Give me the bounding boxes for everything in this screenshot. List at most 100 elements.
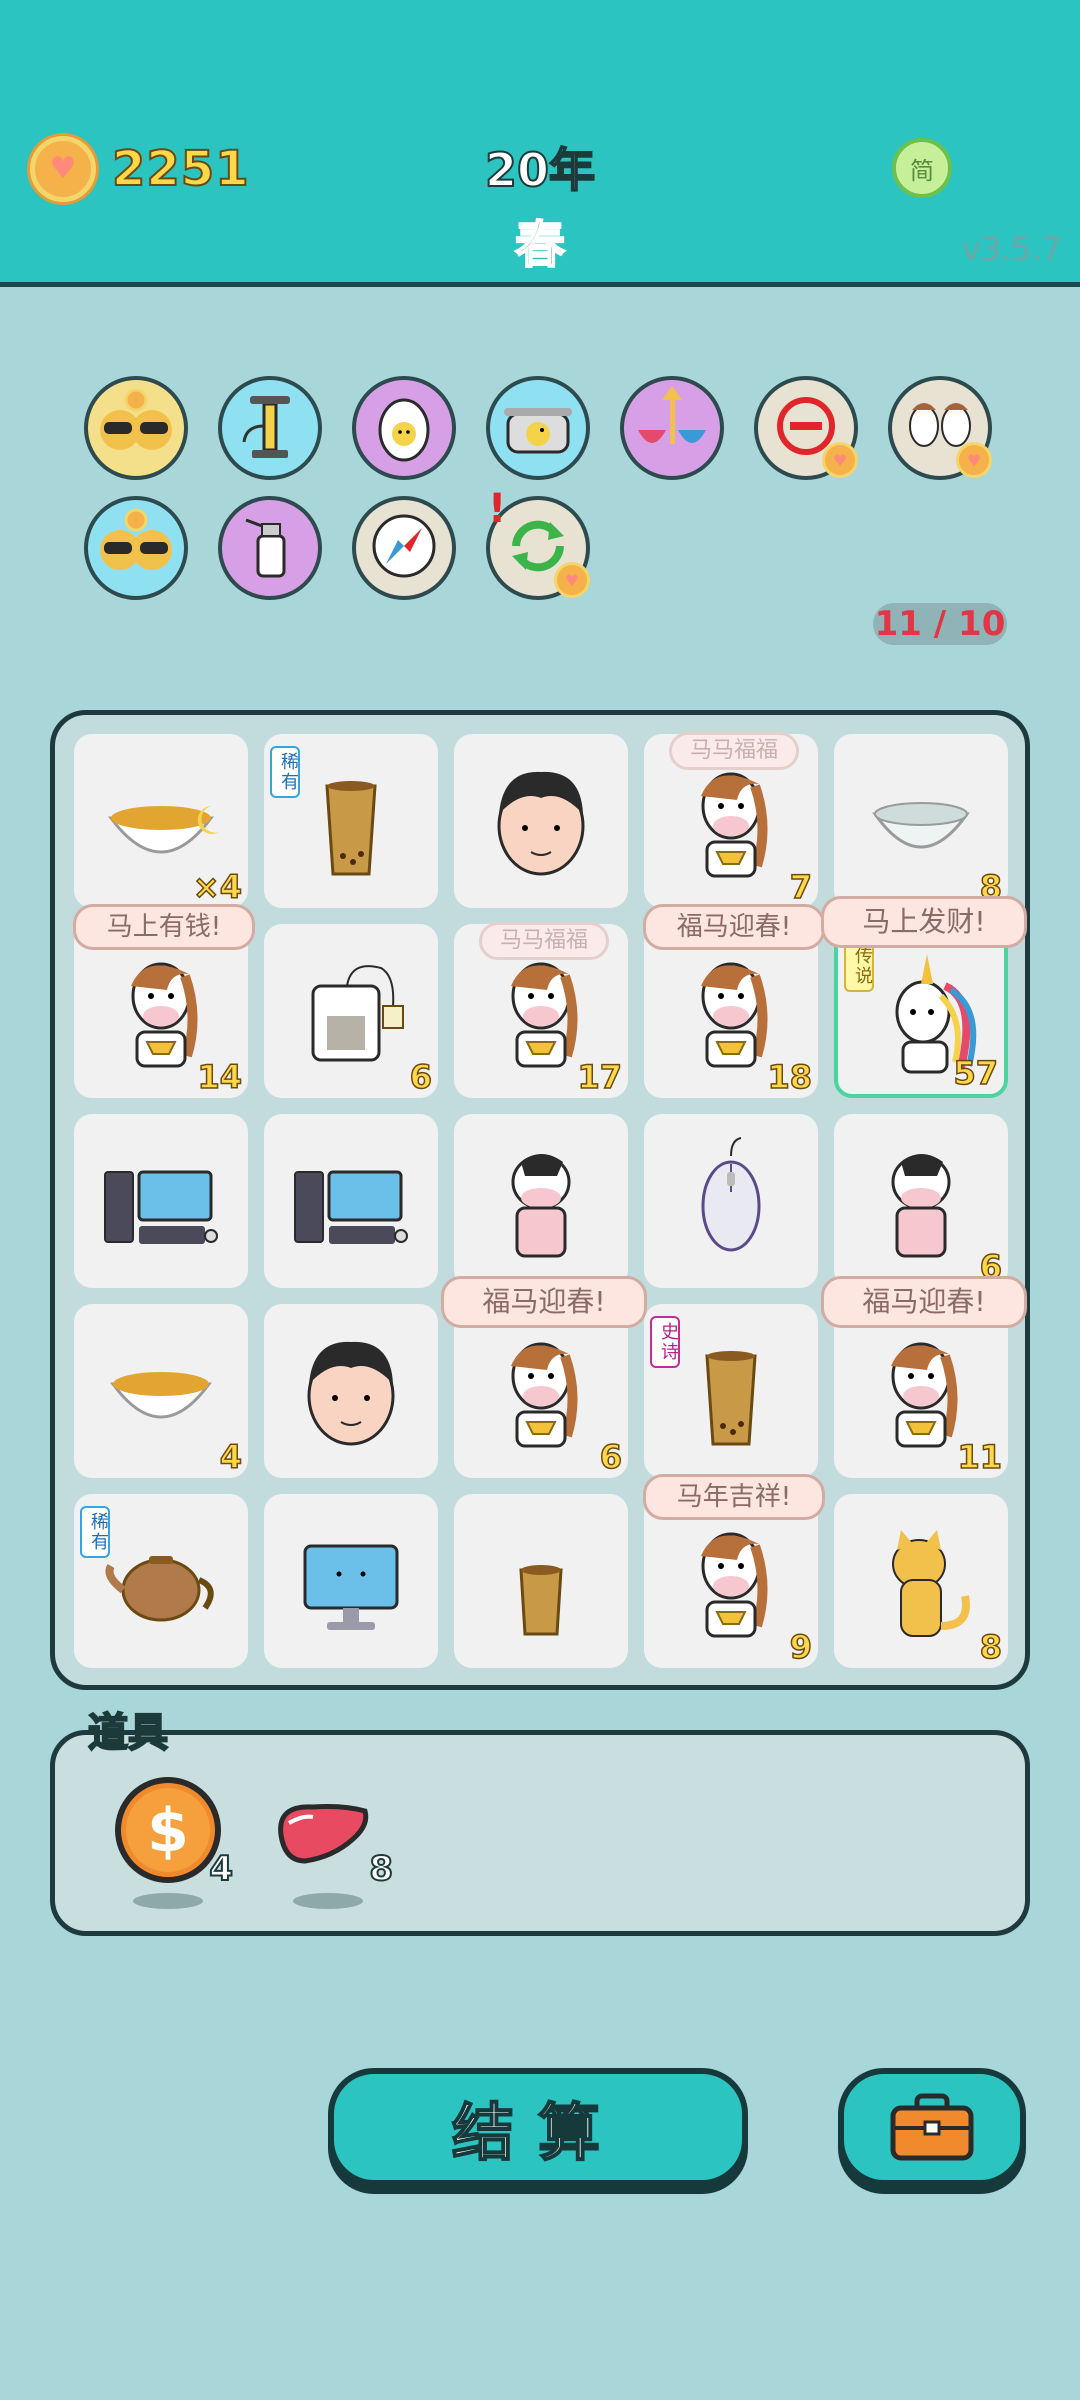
cell-count: 7 — [789, 867, 813, 907]
mouse-icon — [701, 1137, 761, 1252]
duck-pot-icon — [498, 386, 578, 470]
egg-icon — [364, 386, 444, 470]
svg-text:$: $ — [147, 1796, 189, 1866]
season-label: 春 — [514, 215, 566, 275]
cell-count: ×4 — [192, 867, 243, 907]
board-cell[interactable]: 史诗 — [644, 1304, 818, 1478]
cell-count: 9 — [789, 1627, 813, 1667]
board-cell[interactable]: 6 — [454, 1304, 628, 1478]
speech-bubble: 马年吉祥! — [643, 1474, 825, 1520]
board-cell[interactable]: 9 — [644, 1494, 818, 1668]
empty-bowl-icon — [872, 802, 970, 849]
teapot-icon — [105, 1556, 214, 1622]
speech-bubble: 福马迎春! — [821, 1276, 1027, 1328]
rarity-tag: 稀有 — [80, 1506, 110, 1558]
cow-icon — [891, 1154, 951, 1258]
skill-minus-circle-button[interactable]: ♥ — [754, 376, 858, 480]
board-cell[interactable]: 11 — [834, 1304, 1008, 1478]
speech-bubble: 马上有钱! — [73, 904, 255, 950]
cell-count: 14 — [197, 1057, 243, 1097]
board-cell[interactable] — [264, 1304, 438, 1478]
horse-gold-icon — [701, 772, 768, 878]
cell-count: 57 — [953, 1053, 999, 1093]
board-cell[interactable] — [74, 1114, 248, 1288]
compass-icon — [364, 506, 444, 590]
desktop-computer-icon — [104, 1170, 218, 1244]
skill-sunglasses-cats-button[interactable] — [84, 496, 188, 600]
speech-bubble: 马上发财! — [821, 896, 1027, 948]
skill-twin-horses-button[interactable]: ♥ — [888, 376, 992, 480]
item-count: 8 — [368, 1848, 394, 1890]
liver-icon — [273, 1795, 373, 1879]
skill-spray-bottle-button[interactable] — [218, 496, 322, 600]
sunglasses-cats-icon — [96, 386, 176, 470]
cell-count: 8 — [979, 1627, 1003, 1667]
board-cell[interactable] — [454, 1114, 628, 1288]
cow-icon — [511, 1154, 571, 1258]
board-cell[interactable] — [454, 734, 628, 908]
board-cell[interactable] — [454, 1494, 628, 1668]
board-cell[interactable]: 6 — [834, 1114, 1008, 1288]
tea-bowl-moon-icon — [108, 806, 219, 854]
settle-button[interactable]: 结算 — [328, 2068, 748, 2186]
speech-bubble: 福马迎春! — [643, 904, 825, 950]
alert-icon: ! — [488, 486, 507, 532]
tea-bowl-icon — [110, 1372, 212, 1419]
board-cell[interactable] — [264, 1494, 438, 1668]
item-shadow — [133, 1893, 203, 1909]
speech-bubble: 马马福福 — [479, 922, 609, 960]
heart-coin-icon: ♥ — [956, 442, 992, 478]
tea-bag-icon — [311, 965, 404, 1062]
briefcase-icon — [890, 2093, 974, 2161]
board-cell[interactable]: 57 传说 — [834, 924, 1008, 1098]
horse-gold-icon — [511, 1342, 578, 1448]
item-count: 4 — [208, 1848, 234, 1890]
cat-icon — [892, 1530, 970, 1637]
skill-air-pump-button[interactable] — [218, 376, 322, 480]
cell-count: 11 — [957, 1437, 1003, 1477]
speech-bubble: 福马迎春! — [441, 1276, 647, 1328]
board-cell[interactable]: 8 — [834, 1494, 1008, 1668]
cell-count: 6 — [599, 1437, 623, 1477]
board-cell[interactable]: 稀有 — [264, 734, 438, 908]
bag-button[interactable] — [838, 2068, 1026, 2186]
bubble-tea-cup-icon — [705, 1351, 757, 1446]
man-face-icon — [307, 1341, 395, 1446]
heart-coin-icon: ♥ — [554, 562, 590, 598]
skill-rice-bowls-arrow-button[interactable] — [620, 376, 724, 480]
skill-sunglasses-cats-button[interactable] — [84, 376, 188, 480]
board-cell[interactable]: ×4 — [74, 734, 248, 908]
liver-item[interactable]: 8 — [273, 1775, 394, 1915]
board-cell[interactable]: 14 — [74, 924, 248, 1098]
skill-duck-pot-button[interactable] — [486, 376, 590, 480]
items-panel: $4 8 — [50, 1730, 1030, 1936]
board-cell[interactable] — [264, 1114, 438, 1288]
board-cell[interactable]: 4 — [74, 1304, 248, 1478]
version-label: v3.5.7 — [961, 230, 1062, 268]
board-cell[interactable]: 18 — [644, 924, 818, 1098]
board-cell[interactable] — [644, 1114, 818, 1288]
dollar-coin-icon: $ — [113, 1775, 223, 1889]
top-bar: ♥ 2251 20年 春 简 v3.5.7 — [0, 0, 1080, 287]
monitor-icon — [303, 1544, 399, 1630]
dollar-coin-item[interactable]: $4 — [113, 1775, 234, 1915]
board-cell[interactable]: 稀有 — [74, 1494, 248, 1668]
rice-bowls-arrow-icon — [632, 386, 712, 470]
spray-bottle-icon — [230, 506, 310, 590]
horse-gold-icon — [701, 962, 768, 1068]
horse-gold-icon — [511, 962, 578, 1068]
game-board: ×4 稀有 7 马马福福 8 14 马上有钱! 6 17 马马福福 18 福马迎春! 57 传说 马上发财!… — [50, 710, 1030, 1690]
heart-coin-icon: ♥ — [822, 442, 858, 478]
board-cell[interactable]: 8 — [834, 734, 1008, 908]
board-cell[interactable]: 6 — [264, 924, 438, 1098]
sunglasses-cats-icon — [96, 506, 176, 590]
horse-gold-icon — [701, 1532, 768, 1638]
rarity-tag: 稀有 — [270, 746, 300, 798]
cell-count: 6 — [409, 1057, 433, 1097]
language-toggle-button[interactable]: 简 — [892, 138, 952, 198]
skill-egg-button[interactable] — [352, 376, 456, 480]
horse-gold-icon — [131, 962, 198, 1068]
man-face-icon — [497, 771, 585, 876]
bubble-tea-cup-icon — [325, 781, 377, 876]
skill-compass-button[interactable] — [352, 496, 456, 600]
